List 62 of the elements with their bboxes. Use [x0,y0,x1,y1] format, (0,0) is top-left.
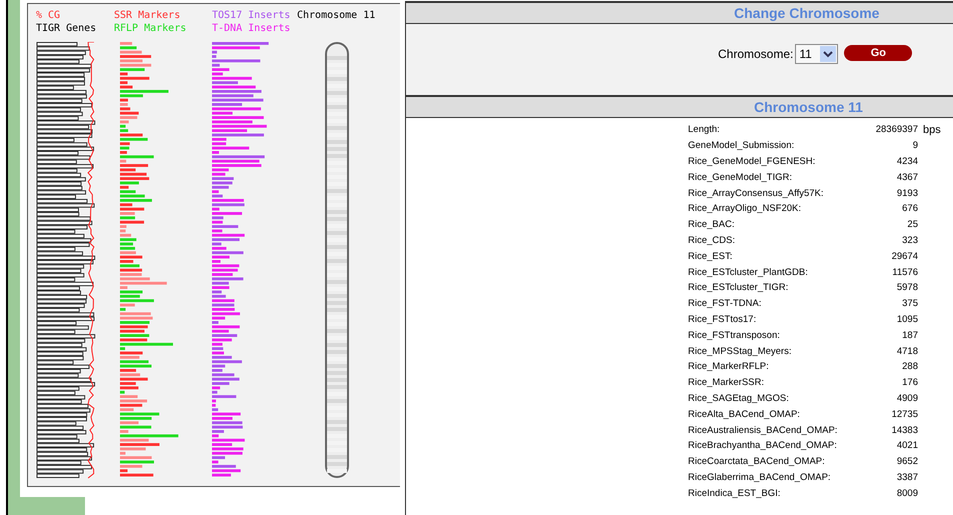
panel-title: Change Chromosome [734,4,880,23]
panel-title: Chromosome 11 [754,98,863,117]
stat-value: 8009 [896,488,918,499]
stat-value: 187 [901,330,918,341]
stat-label: Rice_ESTcluster_PlantGDB: [688,266,809,278]
stat-value: 4909 [896,392,918,404]
stat-value: 1095 [896,314,918,325]
go-button[interactable]: Go [844,45,912,61]
legend-label: Chromosome 11 [297,9,376,22]
dropdown-icon [820,46,836,62]
legend-label: SSR Markers [114,9,182,22]
stat-value: 9 [912,140,918,152]
legend-label: T-DNA Inserts [212,22,292,35]
stat-label: Length: [688,124,721,136]
chromosome-label: Chromosome: [718,46,794,63]
stat-label: Rice_SAGEtag_MGOS: [688,392,790,404]
stat-value: 4234 [896,156,918,167]
stat-label: RiceBrachyantha_BACend_OMAP: [688,440,838,452]
stat-value: 5978 [896,282,918,294]
stat-label: Rice_GeneModel_FGENESH: [688,156,816,167]
stat-value: 9652 [896,456,918,468]
stat-unit: bps [923,124,941,136]
legend-label: % CG [36,9,62,22]
stat-value: 3387 [896,472,918,483]
legend-label: TIGR Genes [36,22,98,35]
stat-label: Rice_MPSStag_Meyers: [688,346,792,357]
legend-label: RFLP Markers [114,22,188,35]
stat-value: 323 [901,234,918,246]
stat-label: Rice_ArrayConsensus_Affy57K: [688,188,825,199]
stat-label: RiceAustraliensis_BACend_OMAP: [688,424,838,436]
stat-value: 11576 [891,266,918,278]
stat-label: Rice_GeneModel_TIGR: [688,172,794,183]
stat-label: RiceIndica_EST_BGI: [688,488,782,499]
stat-value: 4367 [896,172,918,183]
stat-value: 4718 [896,346,918,357]
stat-value: 176 [901,377,918,388]
stat-value: 9193 [896,188,918,199]
stat-label: GeneModel_Submission: [688,140,796,152]
stat-label: Rice_ESTcluster_TIGR: [688,282,790,294]
chromosome-select[interactable]: 11 [795,44,838,64]
stat-label: RiceAlta_BACend_OMAP: [688,408,801,420]
stat-value: 12735 [890,408,918,420]
stat-label: Rice_CDS: [688,234,736,246]
stat-label: Rice_BAC: [688,219,736,230]
stat-label: RiceCoarctata_BACend_OMAP: [688,456,826,468]
stat-value: 375 [901,298,918,310]
legend-label: TOS17 Inserts [212,9,292,22]
stat-label: Rice_ArrayOligo_NSF20K: [688,203,802,214]
stat-label: Rice_FST-TDNA: [688,298,762,310]
stat-label: Rice_MarkerRFLP: [688,361,770,372]
stat-label: Rice_MarkerSSR: [688,377,766,388]
stat-label: Rice_EST: [688,250,734,262]
stat-value: 288 [901,361,918,372]
stat-label: Rice_FSTtransposon: [688,330,781,341]
stat-value: 25 [906,219,918,230]
stat-label: Rice_FSTtos17: [688,314,758,325]
stat-value: 676 [901,203,918,214]
stat-label: RiceGlaberrima_BACend_OMAP: [688,472,832,483]
stat-value: 4021 [896,440,918,452]
stat-value: 28369397 [874,124,918,136]
stat-value: 29674 [890,250,918,262]
stat-value: 14383 [890,424,918,436]
